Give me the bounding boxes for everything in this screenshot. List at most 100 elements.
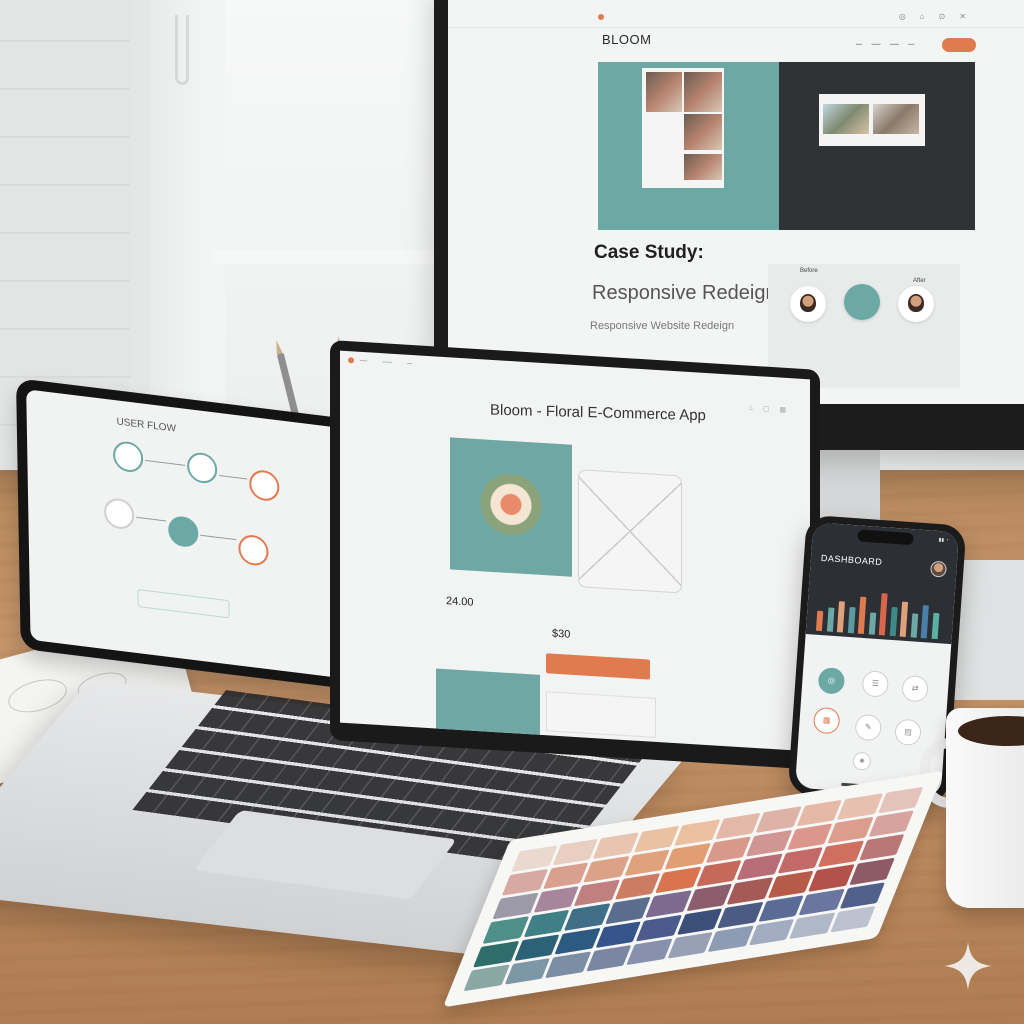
product-photo [436, 668, 540, 735]
color-swatch [686, 884, 732, 912]
dashboard-chart-bar [889, 606, 898, 637]
product-wireframe [546, 691, 656, 738]
color-swatch [757, 894, 804, 922]
color-swatch [664, 843, 711, 870]
persona-avatar [790, 286, 826, 322]
color-swatch [513, 934, 560, 961]
dashboard-chart-bar [836, 601, 845, 633]
browser-tab[interactable]: ━━ [407, 361, 412, 366]
browser-tabs: ━━━ ━━━━ ━━ [360, 358, 426, 367]
hero-photo [823, 104, 869, 134]
monitor-screen: ◎⌂⊙✕ BLOOM ━━ ━━━ ━━━ ━━ Case Study: Res… [448, 0, 1024, 404]
nav-link[interactable]: ━━ [908, 42, 914, 48]
brand-logo: BLOOM [602, 32, 652, 47]
dashboard-tile-icon[interactable]: ✎ [854, 713, 883, 742]
color-swatch [592, 832, 639, 860]
dashboard-tile-icon[interactable]: ◉ [852, 751, 872, 771]
browser-tab[interactable]: ━━━━ [382, 359, 392, 365]
color-swatch [767, 871, 814, 899]
color-swatch [674, 819, 720, 847]
persona-face [800, 294, 816, 312]
color-swatch [726, 877, 773, 905]
color-swatch [473, 940, 519, 968]
flow-node[interactable] [238, 533, 269, 568]
new-layout-mockup [819, 94, 925, 146]
dashboard-tile-icon[interactable]: ▤ [894, 718, 922, 747]
tablet: USER FLOW [16, 378, 361, 691]
nav-link[interactable]: ━━ [856, 42, 862, 48]
color-swatch [635, 914, 682, 942]
color-swatch [829, 905, 876, 933]
color-swatch [858, 834, 905, 862]
flow-arrow [200, 534, 237, 541]
user-flow-title: USER FLOW [116, 416, 177, 435]
flow-arrow [136, 516, 167, 522]
hero-after-panel [779, 62, 975, 230]
wireframe-icon [844, 284, 880, 320]
dashboard-chart-bar [910, 613, 918, 638]
after-label: After [913, 278, 926, 284]
dashboard-chart-bar [815, 610, 824, 632]
color-swatch [867, 810, 914, 838]
window-bar [215, 250, 445, 264]
flow-arrow [145, 459, 186, 466]
dashboard-header: ▮▮ ◔ DASHBOARD [805, 522, 960, 645]
browser-dot-icon [598, 14, 604, 20]
avatar[interactable] [929, 560, 948, 578]
color-swatch [501, 869, 548, 896]
color-swatch [789, 912, 835, 940]
color-swatch [645, 890, 692, 918]
toolbar-icons[interactable]: ⌂▢▦ [749, 404, 796, 415]
color-swatch [482, 916, 529, 944]
dashboard-tile-icon[interactable]: ◎ [817, 666, 846, 695]
wall-hook [175, 15, 189, 85]
sketch-mark [4, 673, 71, 719]
nav-cta-button[interactable] [942, 38, 976, 52]
color-swatch [736, 853, 783, 881]
laptop-screen: ━━━ ━━━━ ━━ ⌂▢▦ Bloom - Floral E-Commerc… [340, 350, 810, 752]
flower-photo [684, 114, 722, 150]
color-swatch [504, 957, 551, 985]
color-swatch [839, 881, 886, 909]
old-layout-mockup [642, 68, 724, 188]
browser-tab[interactable]: ━━━ [360, 358, 367, 363]
nav-link[interactable]: ━━━ [871, 42, 880, 48]
dashboard-chart-bar [826, 607, 835, 632]
sparkle-icon [944, 942, 992, 990]
dashboard-tile-icon[interactable]: ⇄ [901, 674, 929, 703]
phone-notch [857, 529, 914, 546]
add-to-cart-button[interactable] [546, 653, 650, 680]
dashboard-title: DASHBOARD [820, 552, 883, 568]
flow-node[interactable] [249, 468, 280, 503]
color-swatch [848, 858, 895, 885]
dashboard-tile-icon[interactable]: ▦ [812, 706, 841, 735]
dashboard-chart-bar [931, 612, 939, 640]
browser-dot-icon [348, 357, 354, 364]
tablet-screen: USER FLOW [26, 389, 351, 680]
dashboard-chart-bar [857, 596, 867, 635]
persona-avatar [898, 286, 934, 322]
dashboard-tile-icon[interactable]: ☰ [861, 670, 890, 698]
color-swatch [564, 903, 610, 931]
color-swatch [604, 897, 651, 925]
color-swatch [585, 944, 632, 972]
color-swatch [717, 901, 764, 929]
nav-link[interactable]: ━━━ [890, 42, 899, 48]
color-swatch [745, 830, 792, 857]
color-swatch [554, 927, 601, 955]
color-swatch [463, 964, 510, 992]
flow-node[interactable] [186, 451, 218, 485]
flow-node[interactable] [168, 514, 199, 549]
color-swatch [667, 931, 713, 959]
dashboard-chart-bar [847, 606, 856, 634]
dashboard-chart-bar [878, 593, 888, 636]
flow-node[interactable] [112, 439, 144, 474]
flow-node[interactable] [103, 496, 135, 531]
flow-arrow [219, 475, 248, 480]
before-label: Before [800, 268, 818, 274]
color-swatch [877, 786, 924, 814]
dashboard-chart-bar [868, 612, 876, 635]
color-swatch [626, 938, 673, 966]
hero-photo [873, 104, 919, 134]
case-study-title: Case Study: [594, 242, 704, 263]
